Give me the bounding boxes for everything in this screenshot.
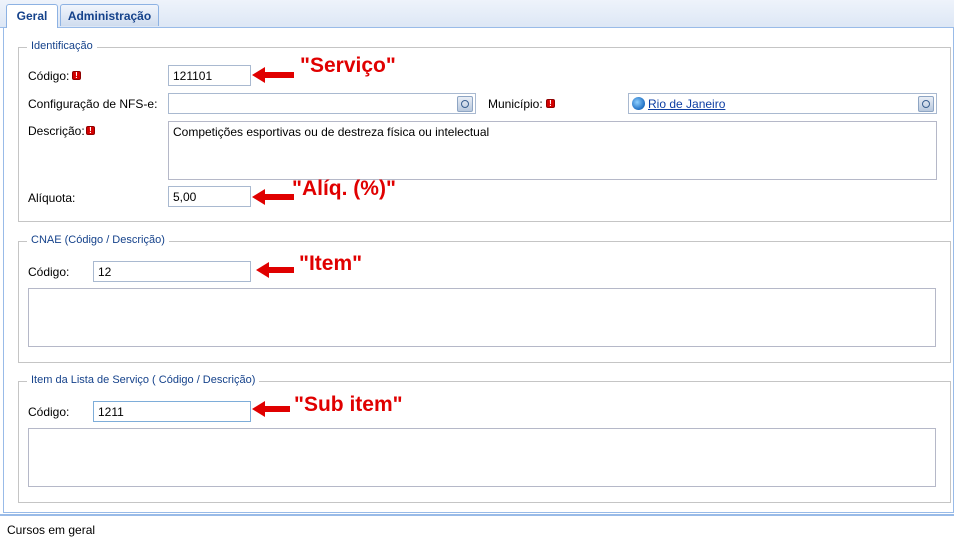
cnae-codigo-input[interactable]: 12 — [93, 261, 251, 282]
descricao-textarea[interactable]: Competições esportivas ou de destreza fí… — [168, 121, 937, 180]
main-panel: Identificação Código: ! 121101 Configura… — [3, 28, 954, 513]
legend-item-lista: Item da Lista de Serviço ( Código / Desc… — [27, 374, 260, 386]
cnae-descricao-textarea[interactable] — [28, 288, 936, 347]
municipio-label: Município: — [488, 97, 543, 111]
required-icon: ! — [72, 71, 81, 80]
legend-identificacao: Identificação — [27, 40, 97, 52]
tab-strip: Geral Administração — [0, 0, 954, 28]
arrow-left-icon — [252, 401, 290, 417]
annotation-item: "Item" — [299, 252, 363, 275]
arrow-left-icon — [252, 189, 294, 205]
annotation-aliq: "Alíq. (%)" — [292, 177, 396, 200]
municipio-link[interactable]: Rio de Janeiro — [648, 97, 725, 111]
required-icon: ! — [546, 99, 555, 108]
status-bar: Cursos em geral — [0, 514, 954, 542]
config-nfse-label: Configuração de NFS-e: — [28, 97, 158, 111]
tab-geral[interactable]: Geral — [6, 4, 58, 28]
status-text: Cursos em geral — [7, 523, 96, 537]
annotation-sub-item: "Sub item" — [294, 393, 403, 416]
aliquota-label: Alíquota: — [28, 191, 76, 205]
globe-icon — [632, 97, 645, 110]
annotation-servico: "Serviço" — [300, 54, 396, 77]
aliquota-input[interactable]: 5,00 — [168, 186, 251, 207]
tab-administracao[interactable]: Administração — [60, 4, 159, 26]
config-nfse-combo[interactable] — [168, 93, 476, 114]
descricao-label: Descrição: — [28, 124, 85, 138]
search-lookup-icon[interactable] — [457, 96, 473, 112]
item-codigo-label: Código: — [28, 405, 70, 419]
required-icon: ! — [86, 126, 95, 135]
item-codigo-input[interactable]: 1211 — [93, 401, 251, 422]
fieldset-item-lista: Item da Lista de Serviço ( Código / Desc… — [18, 374, 951, 503]
codigo-label: Código: — [28, 69, 70, 83]
arrow-left-icon — [252, 67, 294, 83]
municipio-combo[interactable]: Rio de Janeiro — [628, 93, 937, 114]
item-descricao-textarea[interactable] — [28, 428, 936, 487]
cnae-codigo-label: Código: — [28, 265, 70, 279]
arrow-left-icon — [256, 262, 294, 278]
fieldset-cnae: CNAE (Código / Descrição) Código: 12 — [18, 234, 951, 363]
fieldset-identificacao: Identificação Código: ! 121101 Configura… — [18, 40, 951, 222]
search-lookup-icon[interactable] — [918, 96, 934, 112]
codigo-servico-input[interactable]: 121101 — [168, 65, 251, 86]
legend-cnae: CNAE (Código / Descrição) — [27, 234, 169, 246]
